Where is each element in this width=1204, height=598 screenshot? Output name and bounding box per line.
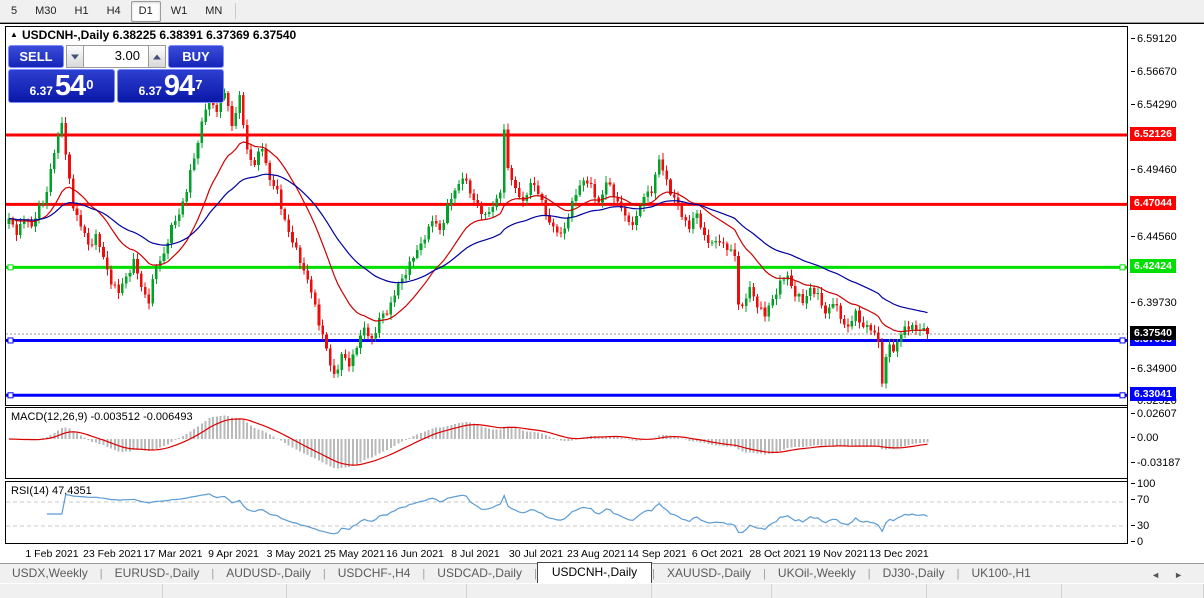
timeframe-button-mn[interactable]: MN	[197, 1, 230, 22]
ask-price-main: 94	[163, 70, 195, 102]
timeframe-button-5[interactable]: 5	[3, 1, 25, 22]
price-tick: 6.39730	[1131, 297, 1177, 309]
tab-ukoil[interactable]: UKOil-,Weekly	[766, 564, 868, 583]
tab-xauusd[interactable]: XAUUSD-,Daily	[655, 564, 763, 583]
date-label: 13 Dec 2021	[869, 548, 929, 560]
arrow-up-icon	[153, 54, 161, 59]
rsi-axis-label: 100	[1130, 478, 1156, 490]
price-axis: 6.59120 6.56670 6.54290 6.49460 6.44560 6.397…	[1127, 26, 1204, 548]
tab-scroll-controls: ◄ ►	[1144, 570, 1204, 583]
macd-label: MACD(12,26,9) -0.003512 -0.006493	[11, 411, 193, 423]
tab-usdcnh[interactable]: USDCNH-,Daily	[536, 562, 653, 583]
date-label: 23 Aug 2021	[567, 548, 626, 560]
date-label: 25 May 2021	[324, 548, 385, 560]
rsi-chart	[6, 493, 1127, 535]
tab-scroll-left-icon[interactable]: ◄	[1144, 570, 1167, 580]
price-level-tag: 6.52126	[1130, 127, 1176, 141]
date-label: 30 Jul 2021	[508, 548, 564, 560]
date-label: 19 Nov 2021	[808, 548, 869, 560]
rsi-axis-label: 30	[1130, 520, 1150, 532]
status-cell	[772, 584, 927, 598]
macd-axis-label: 0.00	[1130, 432, 1159, 444]
date-label: 8 Jul 2021	[451, 548, 500, 560]
rsi-axis-label: 70	[1130, 494, 1150, 506]
price-tick: 6.34900	[1131, 363, 1177, 375]
tab-usdcad[interactable]: USDCAD-,Daily	[425, 564, 534, 583]
price-tick: 6.59120	[1131, 33, 1177, 45]
status-cell	[467, 584, 652, 598]
tab-usdx[interactable]: USDX,Weekly	[0, 564, 100, 583]
status-cell	[0, 584, 163, 598]
bid-quote[interactable]: 6.37 54 0	[8, 69, 115, 103]
arrow-down-icon	[71, 54, 79, 59]
chart-title-text: USDCNH-,Daily 6.38225 6.38391 6.37369 6.…	[22, 28, 297, 42]
date-label: 9 Apr 2021	[208, 548, 259, 560]
date-axis: 1 Feb 2021 23 Feb 2021 17 Mar 2021 9 Apr 20…	[5, 545, 1128, 563]
macd-axis-label: -0.03187	[1130, 457, 1181, 469]
trading-terminal: 5 M30 H1 H4 D1 W1 MN ▲ USDCNH-,Daily 6.38225 6…	[0, 0, 1204, 598]
bid-price-main: 54	[54, 70, 86, 102]
timeframe-button-m30[interactable]: M30	[27, 1, 64, 22]
tab-audusd[interactable]: AUDUSD-,Daily	[214, 564, 323, 583]
status-cell	[1062, 584, 1204, 598]
status-cell	[927, 584, 1062, 598]
price-level-tag: 6.33041	[1130, 387, 1176, 401]
date-label: 1 Feb 2021	[25, 548, 79, 560]
rsi-pane: RSI(14) 47.4351	[5, 481, 1128, 544]
status-cell	[652, 584, 772, 598]
sell-button[interactable]: SELL	[8, 45, 64, 68]
date-label: 17 Mar 2021	[143, 548, 203, 560]
tab-usdchf[interactable]: USDCHF-,H4	[326, 564, 423, 583]
price-tick: 6.49460	[1131, 164, 1177, 176]
volume-input[interactable]: 3.00	[84, 45, 148, 68]
volume-increase-button[interactable]	[148, 45, 166, 68]
bid-price-prefix: 6.37	[29, 84, 53, 98]
buy-button[interactable]: BUY	[168, 45, 224, 68]
timeframe-button-h4[interactable]: H4	[99, 1, 129, 22]
tab-uk100[interactable]: UK100-,H1	[959, 564, 1042, 583]
rsi-axis-label: 0	[1130, 536, 1144, 548]
price-tick: 6.56670	[1131, 66, 1177, 78]
current-price-tag: 6.37540	[1130, 326, 1176, 340]
tab-eurusd[interactable]: EURUSD-,Daily	[103, 564, 212, 583]
ask-quote[interactable]: 6.37 94 7	[117, 69, 224, 103]
date-label: 28 Oct 2021	[749, 548, 807, 560]
rsi-label: RSI(14) 47.4351	[11, 485, 92, 497]
collapse-panel-icon[interactable]: ▲	[10, 30, 18, 39]
macd-pane: MACD(12,26,9) -0.003512 -0.006493	[5, 407, 1128, 479]
ask-price-prefix: 6.37	[138, 84, 162, 98]
date-label: 14 Sep 2021	[627, 548, 687, 560]
timeframe-button-w1[interactable]: W1	[163, 1, 196, 22]
status-cell	[163, 584, 287, 598]
timeframe-button-d1[interactable]: D1	[130, 0, 161, 22]
chart-tab-bar: USDX,Weekly | EURUSD-,Daily | AUDUSD-,Daily |…	[0, 562, 1204, 583]
volume-decrease-button[interactable]	[66, 45, 84, 68]
date-label: 6 Oct 2021	[691, 548, 744, 560]
tab-scroll-right-icon[interactable]: ►	[1167, 570, 1190, 580]
volume-spinner: 3.00	[66, 45, 166, 68]
price-tick: 6.54290	[1131, 99, 1177, 111]
toolbar-separator	[235, 3, 237, 19]
macd-axis-label: 0.02607	[1131, 408, 1177, 420]
timeframe-button-h1[interactable]: H1	[67, 1, 97, 22]
chart-window: ▲ USDCNH-,Daily 6.38225 6.38391 6.37369 …	[0, 23, 1204, 563]
price-level-tag: 6.47044	[1130, 196, 1176, 210]
date-label: 23 Feb 2021	[83, 548, 142, 560]
date-label: 3 May 2021	[266, 548, 322, 560]
timeframe-toolbar: 5 M30 H1 H4 D1 W1 MN	[0, 0, 1204, 23]
status-cell	[287, 584, 467, 598]
tab-dj30[interactable]: DJ30-,Daily	[871, 564, 957, 583]
ask-price-pip: 7	[195, 77, 203, 92]
price-level-tag: 6.42424	[1130, 259, 1176, 273]
price-tick: 6.44560	[1131, 231, 1177, 243]
status-bar	[0, 583, 1204, 598]
one-click-trading-panel: SELL 3.00 BUY 6.37 54 0 6.37 94 7	[8, 45, 224, 103]
date-label: 16 Jun 2021	[386, 548, 444, 560]
chart-title: USDCNH-,Daily 6.38225 6.38391 6.37369 6.…	[8, 28, 296, 42]
bid-price-pip: 0	[86, 77, 94, 92]
